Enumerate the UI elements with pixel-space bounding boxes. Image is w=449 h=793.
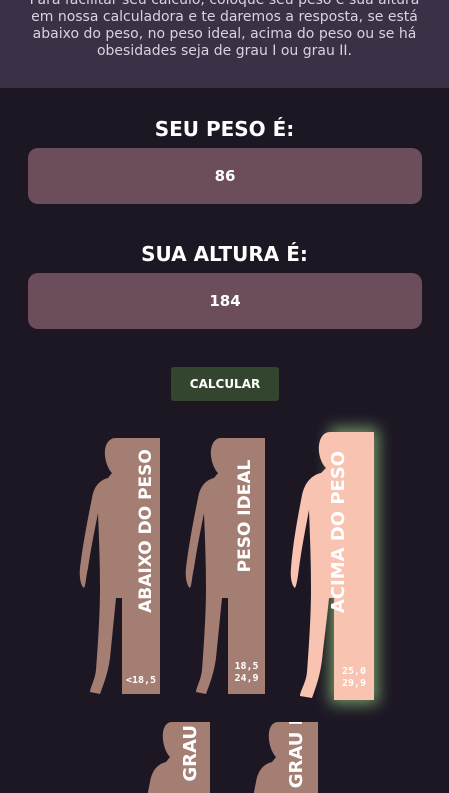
bmi-card-obesity-grade-1[interactable]: GRAU I: [140, 722, 212, 793]
bmi-card-label: ABAIXO DO PESO: [136, 449, 156, 613]
bmi-card-ideal[interactable]: PESO IDEAL 18,5 24,9: [185, 438, 265, 696]
bmi-card-label: GRAU I: [180, 722, 201, 782]
height-label: SUA ALTURA É:: [141, 242, 308, 266]
bmi-range-min: <18,5: [125, 675, 157, 686]
weight-input[interactable]: [28, 148, 422, 204]
intro-text: Para facilitar seu cálculo, coloque seu …: [29, 0, 420, 59]
bmi-range-max: 29,9: [341, 678, 367, 689]
calculate-button[interactable]: CALCULAR: [171, 367, 279, 401]
bmi-card-label: ACIMA DO PESO: [328, 450, 349, 614]
bmi-range-min: 18,5: [234, 661, 259, 672]
bmi-card-obesity-grade-2[interactable]: GRAU II: [244, 722, 318, 793]
bmi-card-label: PESO IDEAL: [235, 459, 255, 573]
bmi-range-max: 24,9: [234, 673, 259, 684]
intro-section: Para facilitar seu cálculo, coloque seu …: [0, 0, 449, 88]
bmi-card-overweight[interactable]: ACIMA DO PESO 25,0 29,9: [290, 432, 374, 700]
bmi-range-min: 25,0: [341, 666, 367, 677]
height-input[interactable]: [28, 273, 422, 329]
bmi-card-label: GRAU II: [286, 722, 307, 789]
bmi-card-underweight[interactable]: ABAIXO DO PESO <18,5: [78, 438, 160, 696]
weight-label: SEU PESO É:: [154, 117, 295, 141]
